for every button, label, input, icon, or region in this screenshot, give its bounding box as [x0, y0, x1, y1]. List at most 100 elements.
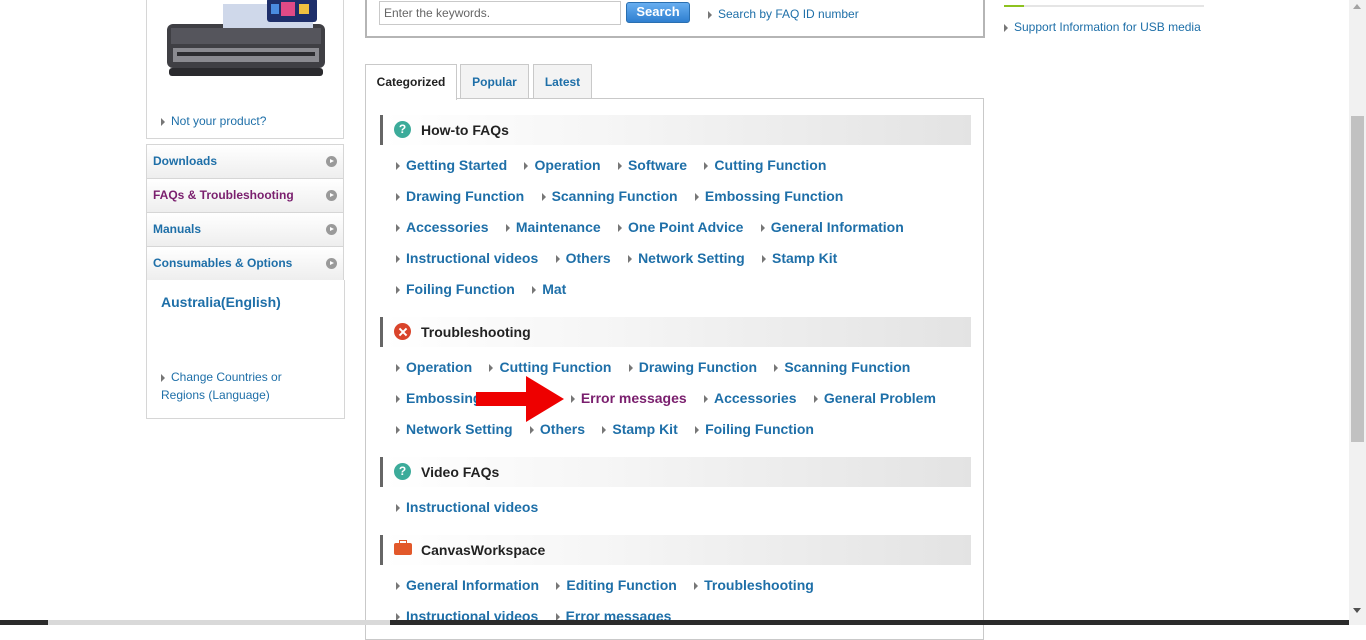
cutting-machine-image — [167, 0, 325, 76]
chevron-right-icon — [326, 224, 337, 235]
bullet-arrow-icon — [617, 162, 622, 171]
faq-id-search-link[interactable]: Search by FAQ ID number — [708, 7, 859, 21]
bullet-arrow-icon — [695, 426, 700, 435]
not-your-product-link[interactable]: Not your product? — [161, 114, 266, 128]
link-drawing-function[interactable]: Drawing Function — [396, 188, 524, 204]
search-button[interactable]: Search — [626, 2, 690, 23]
bullet-arrow-icon — [570, 395, 575, 404]
section-header-howto: ? How-to FAQs — [380, 115, 971, 145]
link-stamp-kit[interactable]: Stamp Kit — [761, 250, 837, 266]
usb-support-link[interactable]: Support Information for USB media — [1004, 20, 1201, 34]
bullet-arrow-icon — [532, 286, 537, 295]
section-header-troubleshooting: Troubleshooting — [380, 317, 971, 347]
scrollbar-thumb[interactable] — [1351, 116, 1364, 442]
chevron-right-icon — [326, 258, 337, 269]
tab-popular[interactable]: Popular — [460, 64, 529, 99]
bullet-arrow-icon — [396, 426, 400, 435]
link-embossing-function[interactable]: Embossing Function — [694, 188, 843, 204]
help-icon: ? — [394, 463, 411, 480]
faq-categories-panel: ? How-to FAQs Getting Started Operation … — [365, 98, 984, 640]
link-software[interactable]: Software — [617, 157, 687, 173]
bullet-arrow-icon — [694, 193, 699, 202]
link-others[interactable]: Others — [555, 250, 611, 266]
link-foiling-function[interactable]: Foiling Function — [396, 281, 515, 297]
link-row: Accessories Maintenance One Point Advice… — [396, 219, 918, 239]
link-ts-operation[interactable]: Operation — [396, 359, 472, 375]
bullet-arrow-icon — [813, 395, 818, 404]
link-mat[interactable]: Mat — [532, 281, 566, 297]
link-general-information[interactable]: General Information — [760, 219, 904, 235]
link-accessories[interactable]: Accessories — [396, 219, 489, 235]
region-panel: Australia(English) Change Countries or R… — [146, 280, 345, 419]
red-arrow-icon — [476, 376, 564, 422]
bullet-arrow-icon — [541, 193, 546, 202]
sidebar-item-consumables[interactable]: Consumables & Options — [146, 247, 344, 281]
bullet-arrow-icon — [704, 395, 708, 404]
bullet-arrow-icon — [628, 364, 633, 373]
bullet-arrow-icon — [556, 582, 561, 591]
bullet-arrow-icon — [774, 364, 779, 373]
link-ts-scanning-function[interactable]: Scanning Function — [774, 359, 910, 375]
tab-categorized[interactable]: Categorized — [365, 64, 457, 100]
region-name[interactable]: Australia(English) — [161, 294, 281, 310]
product-card: Not your product? — [146, 0, 344, 139]
bullet-arrow-icon — [505, 224, 510, 233]
link-row: Network Setting Others Stamp Kit Foiling… — [396, 421, 828, 441]
bullet-arrow-icon — [708, 10, 712, 19]
accent-bar — [1004, 5, 1024, 7]
search-panel: Search Search by FAQ ID number — [365, 0, 985, 38]
link-ts-error-messages[interactable]: Error messages — [570, 390, 687, 406]
bullet-arrow-icon — [396, 162, 400, 171]
link-cw-troubleshooting[interactable]: Troubleshooting — [694, 577, 814, 593]
scroll-down-icon[interactable] — [1353, 608, 1361, 613]
link-maintenance[interactable]: Maintenance — [505, 219, 601, 235]
scrollbar[interactable] — [1349, 0, 1366, 625]
bullet-arrow-icon — [396, 364, 400, 373]
link-one-point-advice[interactable]: One Point Advice — [618, 219, 743, 235]
link-ts-accessories[interactable]: Accessories — [704, 390, 797, 406]
bullet-arrow-icon — [529, 426, 534, 435]
scroll-up-icon[interactable] — [1353, 4, 1361, 9]
bullet-arrow-icon — [489, 364, 494, 373]
link-ts-stamp-kit[interactable]: Stamp Kit — [602, 421, 678, 437]
link-instructional-videos[interactable]: Instructional videos — [396, 250, 538, 266]
sidebar-item-faqs[interactable]: FAQs & Troubleshooting — [146, 179, 344, 213]
bullet-arrow-icon — [760, 224, 765, 233]
link-ts-foiling-function[interactable]: Foiling Function — [695, 421, 814, 437]
link-scanning-function[interactable]: Scanning Function — [541, 188, 678, 204]
help-icon: ? — [394, 121, 411, 138]
section-header-video: ? Video FAQs — [380, 457, 971, 487]
bullet-arrow-icon — [161, 117, 165, 126]
link-ts-embossing[interactable]: Embossing — [396, 390, 481, 406]
bullet-arrow-icon — [396, 193, 400, 202]
link-ts-network-setting[interactable]: Network Setting — [396, 421, 513, 437]
link-getting-started[interactable]: Getting Started — [396, 157, 507, 173]
link-ts-drawing-function[interactable]: Drawing Function — [628, 359, 757, 375]
bullet-arrow-icon — [555, 255, 560, 264]
bullet-arrow-icon — [396, 255, 400, 264]
search-input[interactable] — [379, 1, 621, 25]
link-network-setting[interactable]: Network Setting — [628, 250, 745, 266]
link-cw-editing-function[interactable]: Editing Function — [556, 577, 677, 593]
bullet-arrow-icon — [1004, 23, 1008, 32]
link-cutting-function[interactable]: Cutting Function — [704, 157, 826, 173]
sidebar-item-downloads[interactable]: Downloads — [146, 144, 344, 179]
bullet-arrow-icon — [524, 162, 529, 171]
bullet-arrow-icon — [396, 582, 400, 591]
link-ts-others[interactable]: Others — [529, 421, 585, 437]
bullet-arrow-icon — [396, 395, 400, 404]
change-region-link[interactable]: Change Countries or Regions (Language) — [161, 368, 311, 404]
link-ts-cutting-function[interactable]: Cutting Function — [489, 359, 611, 375]
link-cw-general-information[interactable]: General Information — [396, 577, 539, 593]
bottom-edge-highlight — [48, 620, 390, 625]
link-video-instructional[interactable]: Instructional videos — [396, 499, 538, 515]
link-row: Foiling Function Mat — [396, 281, 580, 301]
link-operation[interactable]: Operation — [524, 157, 601, 173]
link-ts-general-problem[interactable]: General Problem — [813, 390, 936, 406]
link-row: Getting Started Operation Software Cutti… — [396, 157, 840, 177]
link-row: Instructional videos — [396, 499, 552, 519]
sidebar-item-manuals[interactable]: Manuals — [146, 213, 344, 247]
chevron-right-icon — [326, 190, 337, 201]
chevron-right-icon — [326, 156, 337, 167]
tab-latest[interactable]: Latest — [533, 64, 592, 99]
